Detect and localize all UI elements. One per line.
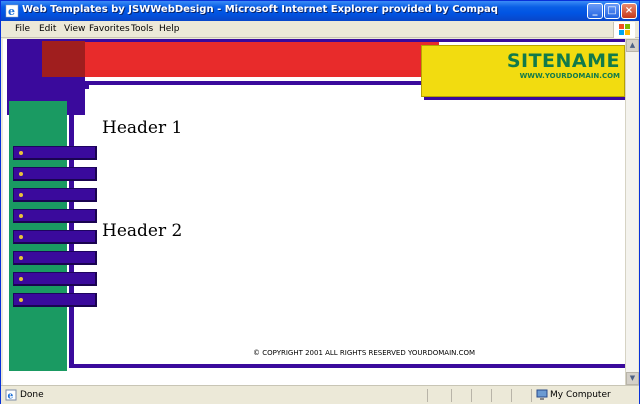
menu-tools[interactable]: Tools (131, 24, 153, 34)
minimize-button[interactable]: _ (587, 3, 603, 19)
bullet-icon (19, 193, 23, 197)
bullet-icon (19, 214, 23, 218)
nav-button[interactable] (13, 167, 97, 181)
title-bar[interactable]: e Web Templates by JSWWebDesign - Micros… (1, 1, 639, 21)
footer-rule (69, 364, 625, 368)
windows-logo-icon (613, 22, 635, 38)
top-rule (85, 39, 625, 42)
status-bar: e Done My Computer (1, 385, 639, 404)
menu-favorites[interactable]: Favorites (89, 24, 130, 34)
menu-file[interactable]: File (15, 24, 30, 34)
bullet-icon (19, 235, 23, 239)
accent-square (42, 41, 88, 77)
nav-button[interactable] (13, 209, 97, 223)
maximize-button[interactable]: □ (604, 3, 620, 19)
svg-text:e: e (8, 5, 15, 18)
page-viewport: SITENAME WWW.YOURDOMAIN.COM Header 1 Hea… (3, 39, 625, 385)
menu-view[interactable]: View (64, 24, 85, 34)
security-zone: My Computer (550, 390, 611, 400)
bullet-icon (19, 172, 23, 176)
window-title: Web Templates by JSWWebDesign - Microsof… (22, 4, 498, 15)
banner-rule (85, 81, 425, 85)
red-banner (85, 41, 439, 77)
site-name: SITENAME (506, 50, 620, 72)
internet-explorer-icon: e (5, 4, 19, 18)
bullet-icon (19, 256, 23, 260)
status-divider (531, 389, 532, 402)
status-divider (511, 389, 512, 402)
nav-button[interactable] (13, 272, 97, 286)
menu-bar: File Edit View Favorites Tools Help (1, 21, 639, 38)
bullet-icon (19, 277, 23, 281)
nav-button[interactable] (13, 251, 97, 265)
status-text: Done (20, 390, 44, 400)
scroll-down-icon[interactable]: ▼ (626, 372, 639, 385)
status-divider (491, 389, 492, 402)
browser-window: e Web Templates by JSWWebDesign - Micros… (0, 0, 640, 404)
header-1: Header 1 (102, 118, 183, 138)
my-computer-icon (536, 389, 548, 400)
header-2: Header 2 (102, 221, 183, 241)
sitename-box: SITENAME WWW.YOURDOMAIN.COM (421, 45, 625, 97)
vertical-scrollbar[interactable]: ▲ ▼ (625, 39, 639, 385)
status-divider (451, 389, 452, 402)
bullet-icon (19, 298, 23, 302)
page-done-icon: e (5, 389, 17, 401)
nav-button[interactable] (13, 230, 97, 244)
nav-button[interactable] (13, 188, 97, 202)
menu-help[interactable]: Help (159, 24, 180, 34)
nav-button[interactable] (13, 146, 97, 160)
rule-corner (69, 81, 89, 89)
menu-edit[interactable]: Edit (39, 24, 56, 34)
site-url: WWW.YOURDOMAIN.COM (519, 72, 620, 80)
bullet-icon (19, 151, 23, 155)
close-button[interactable]: × (621, 3, 637, 19)
content-left-rule (69, 85, 74, 367)
nav-button[interactable] (13, 293, 97, 307)
copyright-text: © COPYRIGHT 2001 ALL RIGHTS RESERVED YOU… (253, 349, 476, 357)
scroll-up-icon[interactable]: ▲ (626, 39, 639, 52)
status-divider (427, 389, 428, 402)
status-divider (471, 389, 472, 402)
svg-text:e: e (8, 392, 14, 402)
